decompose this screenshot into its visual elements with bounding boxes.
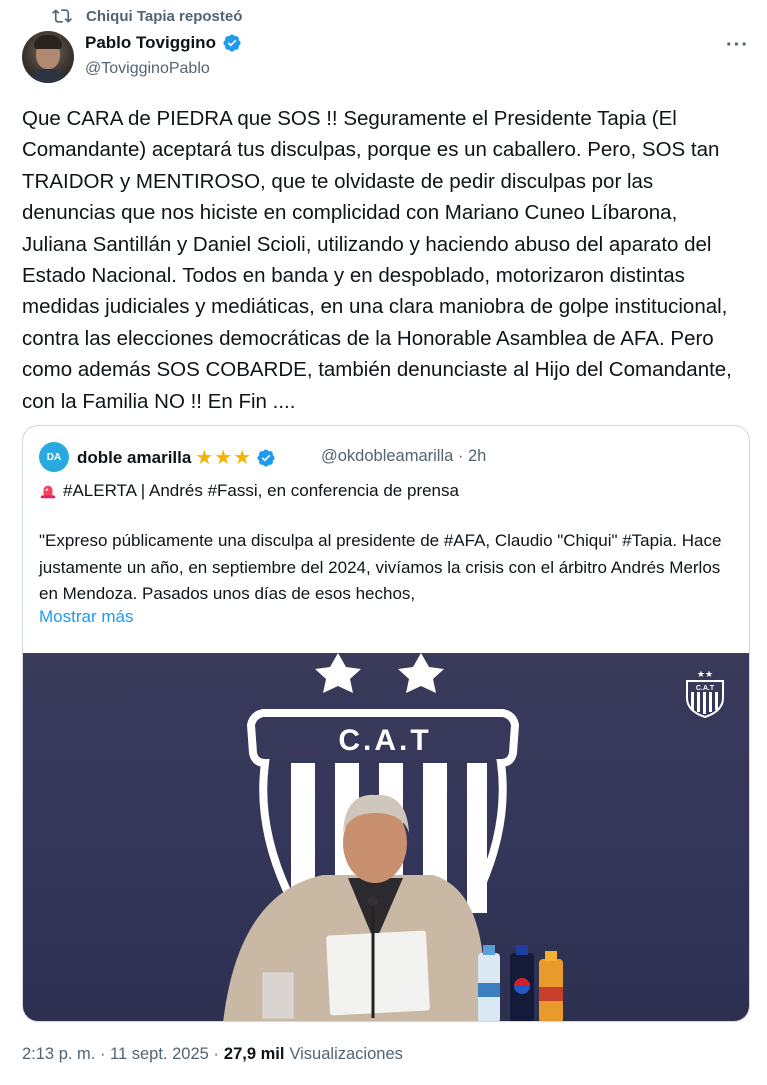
small-crest-logo: ★★ C.A.T <box>686 669 724 719</box>
pepsi-bottle <box>510 945 534 1021</box>
quote-body: "Expreso públicamente una disculpa al pr… <box>39 531 722 603</box>
post-text: Que CARA de PIEDRA que SOS !! Segurament… <box>22 107 732 413</box>
water-bottle <box>478 945 500 1021</box>
crest-text: C.A.T <box>338 724 431 757</box>
crest-star-right <box>398 653 444 693</box>
post-timestamp[interactable]: 2:13 p. m. · 11 sept. 2025 · <box>22 1045 219 1064</box>
quote-time: · 2h <box>457 447 487 465</box>
quote-avatar[interactable]: DA <box>39 442 69 472</box>
quoted-post[interactable]: DA doble amarilla ★★★ @okdobleamarilla ·… <box>22 425 750 1022</box>
views-count: 27,9 mil <box>223 1045 285 1063</box>
repost-icon <box>52 9 72 23</box>
views-label: Visualizaciones <box>289 1045 403 1063</box>
quote-name-row[interactable]: doble amarilla ★★★ <box>77 445 276 470</box>
juice-bottle <box>539 951 563 1021</box>
author-avatar[interactable] <box>22 31 74 83</box>
quote-alert-line: #ALERTA | Andrés #Fassi, en conferencia … <box>39 481 459 501</box>
crest-star-left <box>315 653 361 693</box>
svg-text:C.A.T: C.A.T <box>696 685 715 692</box>
repost-header[interactable]: Chiqui Tapia reposteó <box>52 6 242 26</box>
press-conference-scene: C.A.T ★★ C.A.T <box>223 653 724 1021</box>
repost-text: Chiqui Tapia reposteó <box>86 7 243 25</box>
verified-badge-icon <box>223 34 241 52</box>
author-handle[interactable]: @TovigginoPablo <box>85 60 210 78</box>
show-more-link[interactable]: Mostrar más <box>39 607 133 627</box>
quote-alert-text: #ALERTA | Andrés #Fassi, en conferencia … <box>63 481 459 500</box>
more-icon[interactable]: ··· <box>726 34 749 57</box>
verified-badge-icon <box>257 448 275 467</box>
quote-handle: @okdobleamarilla <box>321 447 454 465</box>
quote-author-name: doble amarilla <box>77 447 192 467</box>
svg-text:★★: ★★ <box>697 669 713 679</box>
siren-icon <box>40 485 56 499</box>
star-icons: ★★★ <box>195 447 253 469</box>
author-name-row[interactable]: Pablo Toviggino <box>85 33 242 53</box>
author-name[interactable]: Pablo Toviggino <box>85 33 216 53</box>
post-meta: 2:13 p. m. · 11 sept. 2025 · 27,9 mil Vi… <box>22 1045 403 1064</box>
quote-handle-time: @okdobleamarilla · 2h <box>321 447 486 466</box>
quote-media-image[interactable]: C.A.T ★★ C.A.T <box>23 653 749 1021</box>
